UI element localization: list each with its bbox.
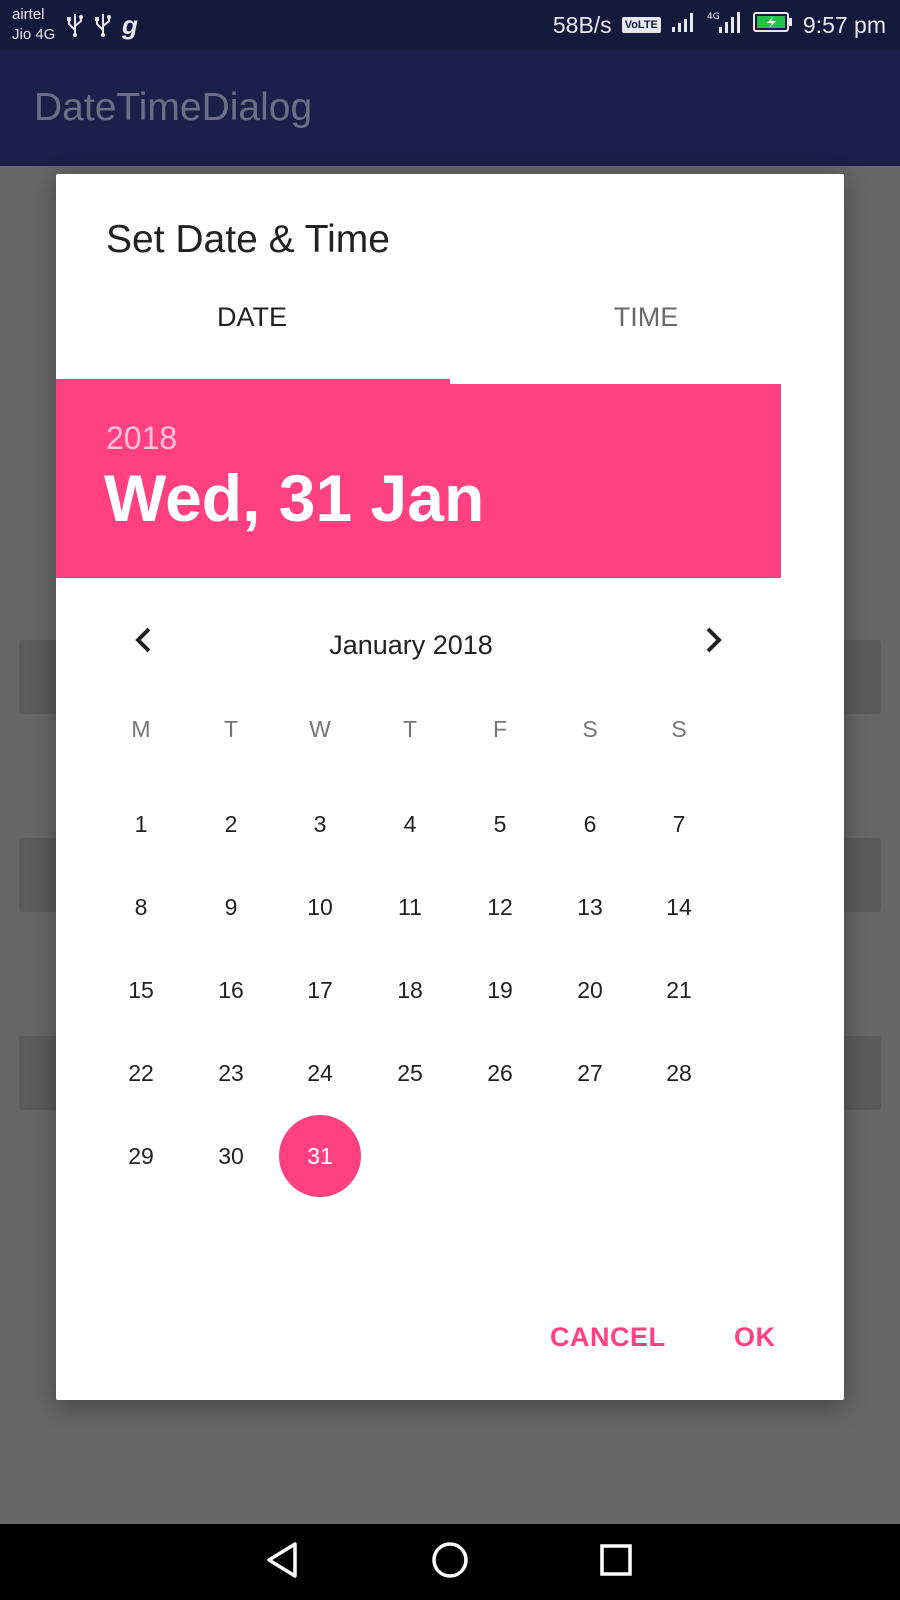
tab-date[interactable]: DATE (56, 302, 448, 333)
day-cell[interactable]: 27 (549, 1032, 631, 1114)
app-title: DateTimeDialog (34, 86, 313, 129)
day-cell[interactable]: 25 (369, 1032, 451, 1114)
day-cell[interactable]: 14 (638, 866, 720, 948)
month-label: January 2018 (329, 630, 493, 660)
date-header: 2018 Wed, 31 Jan (56, 384, 781, 578)
day-cell[interactable]: 8 (100, 866, 182, 948)
day-cell[interactable]: 23 (190, 1032, 272, 1114)
day-cell[interactable]: 26 (459, 1032, 541, 1114)
signal-icon (671, 11, 697, 39)
day-cell[interactable]: 21 (638, 949, 720, 1031)
system-nav-bar (0, 1524, 900, 1600)
day-cell[interactable]: 2 (190, 783, 272, 865)
day-cell[interactable]: 28 (638, 1032, 720, 1114)
weekday-label: S (671, 716, 687, 742)
day-cell[interactable]: 16 (190, 949, 272, 1031)
day-cell[interactable]: 6 (549, 783, 631, 865)
ok-button[interactable]: OK (734, 1322, 776, 1353)
battery-charging-icon (752, 11, 793, 39)
weekday-label: F (492, 716, 508, 742)
day-cell[interactable]: 7 (638, 783, 720, 865)
day-cell[interactable]: 1 (100, 783, 182, 865)
day-cell[interactable]: 30 (190, 1115, 272, 1197)
home-button[interactable] (426, 1538, 474, 1586)
tab-time[interactable]: TIME (450, 302, 842, 333)
day-cell[interactable]: 12 (459, 866, 541, 948)
cancel-button[interactable]: CANCEL (550, 1322, 666, 1353)
day-cell[interactable]: 19 (459, 949, 541, 1031)
back-button[interactable] (258, 1538, 306, 1586)
chevron-right-icon (703, 626, 725, 659)
app-bar: DateTimeDialog (0, 50, 900, 166)
carrier-2: Jio 4G (12, 26, 56, 43)
day-cell[interactable]: 3 (279, 783, 361, 865)
weekday-label: W (309, 716, 331, 742)
day-cell[interactable]: 13 (549, 866, 631, 948)
weekday-label: M (131, 716, 151, 742)
volte-badge: VoLTE (621, 17, 661, 33)
day-cell[interactable]: 18 (369, 949, 451, 1031)
day-cell[interactable]: 24 (279, 1032, 361, 1114)
day-cell[interactable]: 22 (100, 1032, 182, 1114)
day-cell[interactable]: 9 (190, 866, 272, 948)
date-time-dialog: Set Date & Time DATE TIME 2018 Wed, 31 J… (56, 174, 844, 1400)
usb-icon (94, 13, 112, 37)
usb-icon (66, 13, 84, 37)
back-icon (264, 1540, 300, 1585)
status-right: 58B/s VoLTE 4G 9:57 pm (553, 0, 886, 50)
next-month-button[interactable] (694, 622, 734, 662)
day-cell[interactable]: 10 (279, 866, 361, 948)
network-speed: 58B/s (552, 11, 612, 38)
weekday-label: T (223, 716, 239, 742)
carrier-1: airtel (12, 6, 45, 23)
signal-4g-icon: 4G (707, 10, 743, 40)
header-date[interactable]: Wed, 31 Jan (104, 460, 484, 536)
weekday-label: S (582, 716, 598, 742)
dialog-title: Set Date & Time (106, 218, 390, 261)
day-cell[interactable]: 17 (279, 949, 361, 1031)
header-year[interactable]: 2018 (106, 420, 177, 457)
day-cell[interactable]: 20 (549, 949, 631, 1031)
svg-text:4G: 4G (707, 12, 720, 22)
notification-icons: g (66, 10, 138, 40)
day-cell[interactable]: 4 (369, 783, 451, 865)
status-bar: airtel Jio 4G g 58B/s VoLTE 4G 9:57 pm (0, 0, 900, 50)
recents-icon (598, 1542, 634, 1583)
day-cell[interactable]: 29 (100, 1115, 182, 1197)
weekday-label: T (402, 716, 418, 742)
clock: 9:57 pm (802, 11, 886, 38)
recents-button[interactable] (592, 1538, 640, 1586)
day-cell[interactable]: 11 (369, 866, 451, 948)
day-cell[interactable]: 5 (459, 783, 541, 865)
home-icon (430, 1540, 470, 1585)
day-cell[interactable]: 15 (100, 949, 182, 1031)
day-cell-selected[interactable]: 31 (279, 1115, 361, 1197)
g-app-icon: g (122, 9, 138, 40)
carrier-info: airtel Jio 4G (12, 5, 55, 45)
